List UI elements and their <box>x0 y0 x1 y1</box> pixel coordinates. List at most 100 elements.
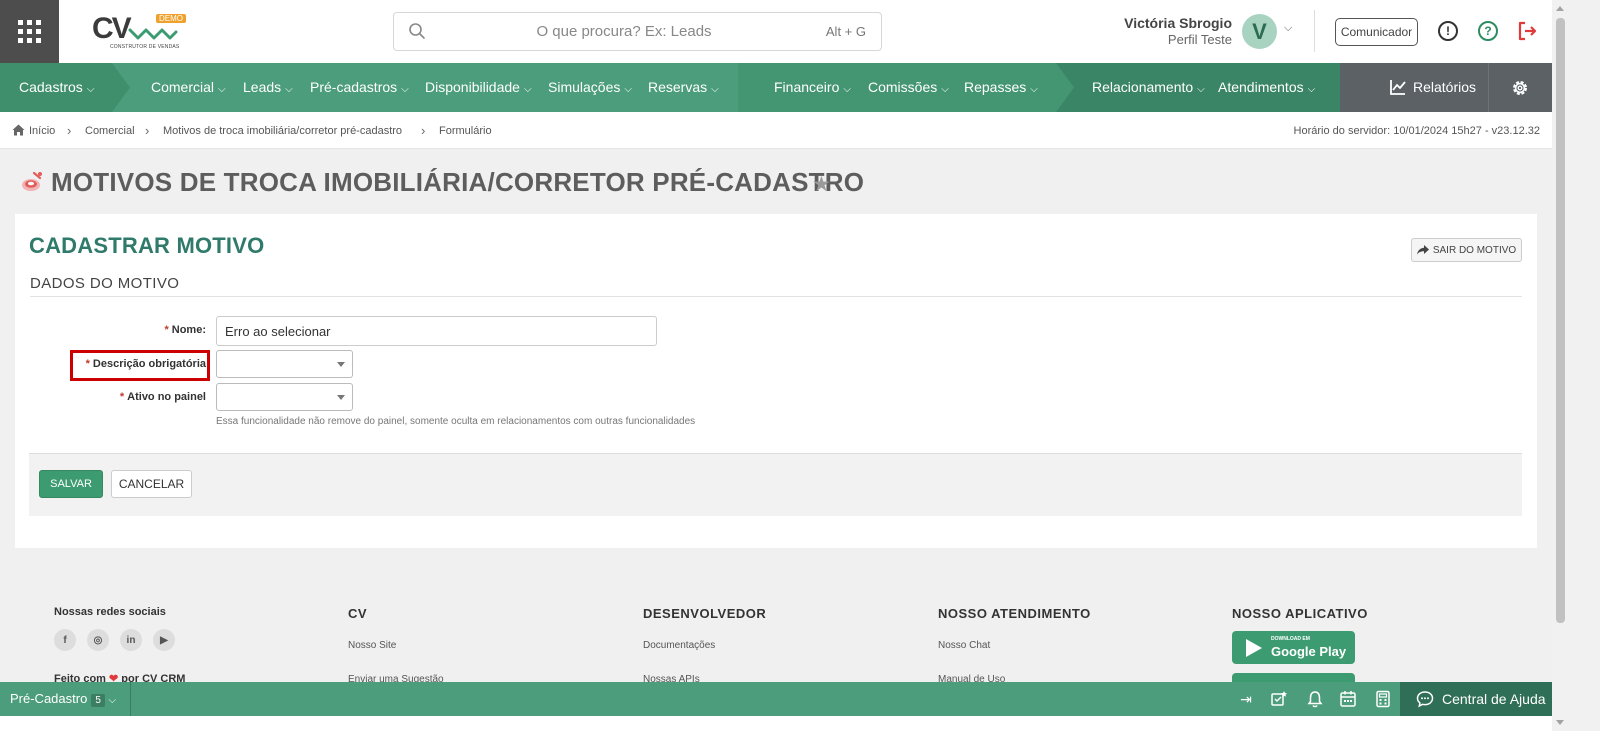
exit-motivo-label: SAIR DO MOTIVO <box>1432 244 1517 256</box>
header-divider <box>1314 10 1315 52</box>
descricao-obrigatoria-select[interactable] <box>216 350 353 378</box>
nav-pre-cadastros[interactable]: Pré-cadastros ⌵ <box>310 79 409 95</box>
youtube-icon[interactable]: ▶ <box>153 629 175 651</box>
footer-col-app-title: NOSSO APLICATIVO <box>1232 606 1368 621</box>
ativo-painel-label: * Ativo no painel <box>119 391 206 403</box>
chevron-down-icon: ⌵ <box>523 84 532 95</box>
instagram-icon[interactable]: ◎ <box>87 629 109 651</box>
logout-icon[interactable] <box>1516 20 1538 42</box>
avatar[interactable]: V <box>1242 14 1277 49</box>
ativo-painel-select[interactable] <box>216 383 353 411</box>
tasks-star-icon[interactable] <box>1270 690 1288 708</box>
ativo-painel-help: Essa funcionalidade não remove do painel… <box>216 416 696 427</box>
form-card: CADASTRAR MOTIVO SAIR DO MOTIVO DADOS DO… <box>15 214 1537 548</box>
required-mark: * <box>85 358 90 370</box>
user-info[interactable]: Victória Sbrogio Perfil Teste <box>1100 15 1232 47</box>
nav-leads[interactable]: Leads ⌵ <box>243 79 293 95</box>
chevron-down-icon: ⌵ <box>941 84 949 95</box>
calendar-icon[interactable] <box>1339 690 1357 708</box>
share-arrow-icon <box>1416 245 1429 255</box>
nav-reservas[interactable]: Reservas ⌵ <box>648 79 719 95</box>
google-play-icon <box>1246 639 1262 657</box>
favorite-star-icon[interactable]: ★ <box>812 172 831 197</box>
home-icon[interactable] <box>12 124 25 136</box>
scroll-up-icon[interactable] <box>1556 6 1564 11</box>
chevron-down-icon: ⌵ <box>624 84 632 95</box>
search-icon <box>409 23 425 39</box>
search-input[interactable] <box>439 13 809 50</box>
section-title: DADOS DO MOTIVO <box>30 275 180 292</box>
scroll-down-icon[interactable] <box>1556 720 1564 725</box>
bell-icon[interactable] <box>1306 690 1324 708</box>
nav-relatorios-label: Relatórios <box>1413 79 1477 95</box>
footer-social-title: Nossas redes sociais <box>54 606 166 618</box>
nav-comercial[interactable]: Comercial ⌵ <box>151 79 226 95</box>
breadcrumb-item-motivos[interactable]: Motivos de troca imobiliária/corretor pr… <box>163 125 402 137</box>
google-play-small-text: DOWNLOAD EM <box>1271 636 1310 642</box>
google-play-badge[interactable]: DOWNLOAD EM Google Play <box>1232 631 1355 664</box>
nav-relacionamento[interactable]: Relacionamento ⌵ <box>1092 79 1205 95</box>
nome-label: * Nome: <box>164 324 206 336</box>
help-center-label: Central de Ajuda <box>1442 691 1546 707</box>
chevron-down-icon: ⌵ <box>1197 84 1205 95</box>
comunicador-button[interactable]: Comunicador <box>1335 18 1418 46</box>
calculator-icon[interactable] <box>1374 690 1392 708</box>
gear-icon <box>1513 81 1527 95</box>
main-nav: Cadastros ⌵ Comercial ⌵ Leads ⌵ Pré-cadastr… <box>0 63 1568 112</box>
logo[interactable]: CV DEMO CONSTRUTOR DE VENDAS <box>92 12 186 52</box>
info-icon[interactable]: ! <box>1438 21 1458 41</box>
module-switcher[interactable]: Pré-Cadastro 5 ⌵ <box>10 691 116 707</box>
nav-repasses[interactable]: Repasses ⌵ <box>964 79 1038 95</box>
footer-col-dev-title: DESENVOLVEDOR <box>643 606 767 621</box>
nav-simulacoes[interactable]: Simulações ⌵ <box>548 79 632 95</box>
scrollbar-thumb[interactable] <box>1556 18 1565 623</box>
footer-link-chat[interactable]: Nosso Chat <box>938 640 990 651</box>
cancel-button[interactable]: CANCELAR <box>111 470 192 498</box>
bottom-status-bar: Pré-Cadastro 5 ⌵ ⇥ Central de Ajuda <box>0 682 1568 716</box>
nav-financeiro[interactable]: Financeiro ⌵ <box>774 79 851 95</box>
chevron-right-icon: › <box>145 123 150 138</box>
apps-menu-button[interactable] <box>0 0 59 63</box>
chart-line-icon <box>1390 80 1406 95</box>
caret-down-icon <box>337 395 345 400</box>
caret-down-icon <box>337 362 345 367</box>
chat-bubble-icon <box>1416 691 1434 708</box>
breadcrumb-item-inicio[interactable]: Início <box>29 125 55 137</box>
chevron-down-icon: ⌵ <box>86 84 95 95</box>
chevron-right-icon: › <box>67 123 72 138</box>
required-mark: * <box>164 324 169 336</box>
facebook-icon[interactable]: f <box>54 629 76 651</box>
logo-demo-badge: DEMO <box>156 14 186 23</box>
module-count: 5 <box>91 694 105 707</box>
footer-col-atendimento-title: NOSSO ATENDIMENTO <box>938 606 1091 621</box>
footer-link-documentacoes[interactable]: Documentações <box>643 640 715 651</box>
logo-subtitle: CONSTRUTOR DE VENDAS <box>110 44 180 50</box>
help-icon[interactable]: ? <box>1478 21 1498 41</box>
linkedin-icon[interactable]: in <box>120 629 142 651</box>
exit-motivo-button[interactable]: SAIR DO MOTIVO <box>1411 238 1522 262</box>
logo-wave-icon <box>128 28 178 40</box>
collapse-right-icon[interactable]: ⇥ <box>1237 690 1255 708</box>
nome-field[interactable] <box>216 316 657 346</box>
breadcrumb: Início › Comercial › Motivos de troca im… <box>0 112 1568 149</box>
bottombar-divider <box>130 682 131 716</box>
server-time: Horário do servidor: 10/01/2024 15h27 - … <box>1293 125 1540 137</box>
chevron-down-icon: ⌵ <box>108 695 117 706</box>
nav-cadastros[interactable]: Cadastros ⌵ <box>19 79 94 95</box>
nav-atendimentos[interactable]: Atendimentos ⌵ <box>1218 79 1315 95</box>
form-actions: SALVAR CANCELAR <box>29 453 1522 516</box>
chevron-down-icon[interactable]: ⌵ <box>1284 22 1292 35</box>
logo-text: CV <box>92 12 132 45</box>
footer-link-nosso-site[interactable]: Nosso Site <box>348 640 396 651</box>
breadcrumb-item-comercial[interactable]: Comercial <box>85 125 135 137</box>
vertical-scrollbar[interactable] <box>1552 0 1568 731</box>
breadcrumb-item-formulario: Formulário <box>439 125 492 137</box>
save-button[interactable]: SALVAR <box>39 470 103 498</box>
global-search[interactable]: Alt + G <box>393 12 882 51</box>
nav-relatorios[interactable]: Relatórios <box>1340 63 1488 112</box>
user-name: Victória Sbrogio <box>1124 15 1232 31</box>
nav-comissoes[interactable]: Comissões ⌵ <box>868 79 949 95</box>
help-center-button[interactable]: Central de Ajuda <box>1400 682 1568 716</box>
chevron-down-icon: ⌵ <box>1307 84 1316 95</box>
nav-disponibilidade[interactable]: Disponibilidade ⌵ <box>425 79 532 95</box>
